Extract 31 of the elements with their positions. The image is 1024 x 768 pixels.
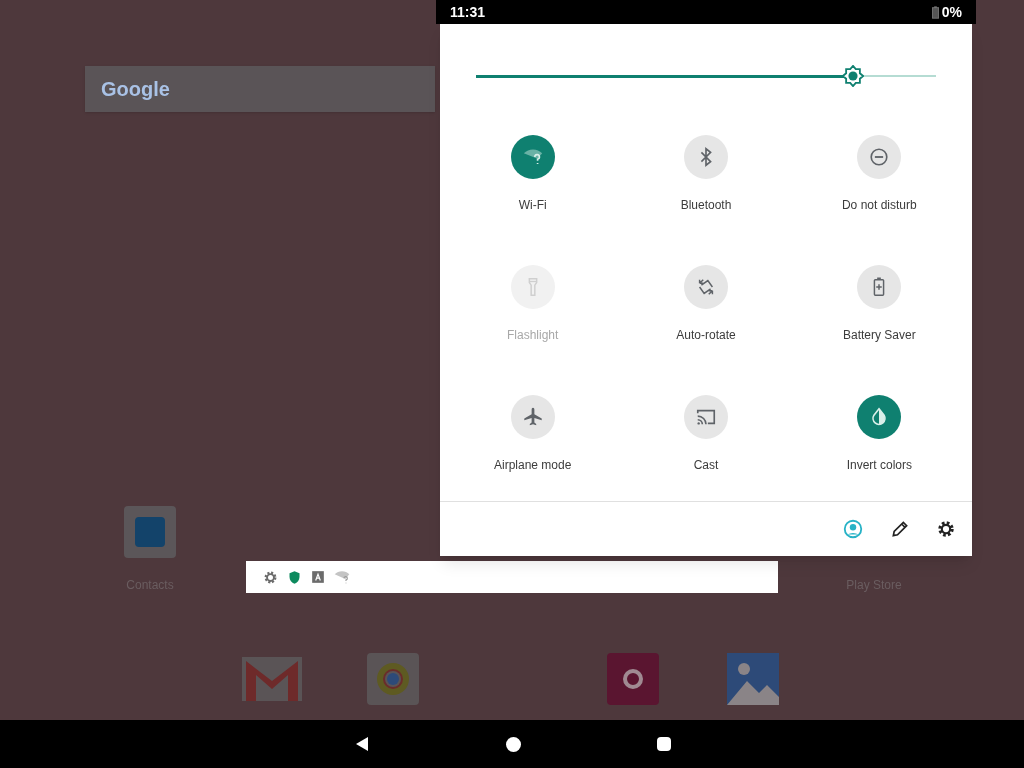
edit-icon[interactable] [890,518,910,539]
tile-label: Cast [693,456,719,474]
letter-box-icon [311,570,325,584]
tile-label: Wi-Fi [518,196,547,214]
tile-label: Flashlight [507,326,559,344]
tile-label: Battery Saver [842,326,916,344]
search-logo: Google [101,77,170,102]
quick-tile[interactable] [684,264,728,309]
quick-tile[interactable] [684,134,728,179]
tile-label: Invert colors [846,456,912,474]
search-bar[interactable]: Google [85,66,435,112]
battery-icon [931,5,939,19]
home-icon[interactable] [505,736,521,752]
recents-icon[interactable] [656,737,671,751]
tile-label: Bluetooth [680,196,732,214]
brightness-slider[interactable] [476,65,936,88]
gallery-icon[interactable] [727,653,779,705]
settings-icon[interactable] [936,518,956,539]
tile-label: Do not disturb [841,196,917,214]
tile-label: Airplane mode [493,456,572,474]
music-icon[interactable] [607,653,659,705]
clock: 11:31 [450,2,486,22]
battery-percent: 0% [941,2,962,22]
tile-label: Auto-rotate [676,326,736,344]
do-not-disturb-icon [868,145,891,168]
user-icon[interactable] [842,517,864,540]
airplane-icon [521,405,544,428]
gear-icon [263,569,278,585]
slider-thumb[interactable] [842,65,865,88]
quick-tile[interactable] [684,394,728,439]
shield-icon [287,569,302,585]
